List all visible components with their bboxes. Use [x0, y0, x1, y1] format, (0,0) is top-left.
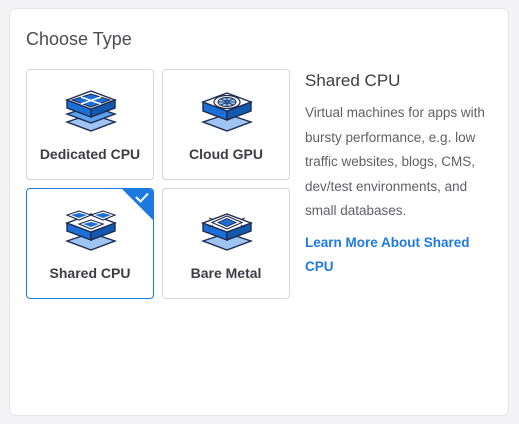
- learn-more-link[interactable]: Learn More About Shared CPU: [305, 231, 495, 280]
- type-card-shared-cpu[interactable]: Shared CPU: [26, 188, 154, 299]
- description-title: Shared CPU: [305, 71, 401, 90]
- type-card-label: Dedicated CPU: [39, 146, 141, 162]
- type-card-label: Bare Metal: [190, 265, 262, 281]
- type-card-cloud-gpu[interactable]: Cloud GPU: [162, 69, 290, 180]
- type-description: Shared CPU Virtual machines for apps wit…: [305, 71, 495, 280]
- dedicated-cpu-icon: [64, 90, 118, 132]
- type-card-bare-metal[interactable]: Bare Metal: [162, 188, 290, 299]
- panel-title: Choose Type: [26, 29, 132, 49]
- selected-check-icon: [122, 189, 153, 220]
- cloud-gpu-icon: [200, 92, 254, 132]
- description-body: Virtual machines for apps with bursty pe…: [305, 105, 485, 218]
- bare-metal-icon: [200, 213, 254, 251]
- type-card-label: Shared CPU: [49, 265, 131, 281]
- type-card-label: Cloud GPU: [189, 146, 263, 162]
- shared-cpu-icon: [64, 210, 118, 251]
- choose-type-panel: Choose Type Dedicated CPU Cloud GPU Shar…: [9, 8, 509, 416]
- type-card-dedicated-cpu[interactable]: Dedicated CPU: [26, 69, 154, 180]
